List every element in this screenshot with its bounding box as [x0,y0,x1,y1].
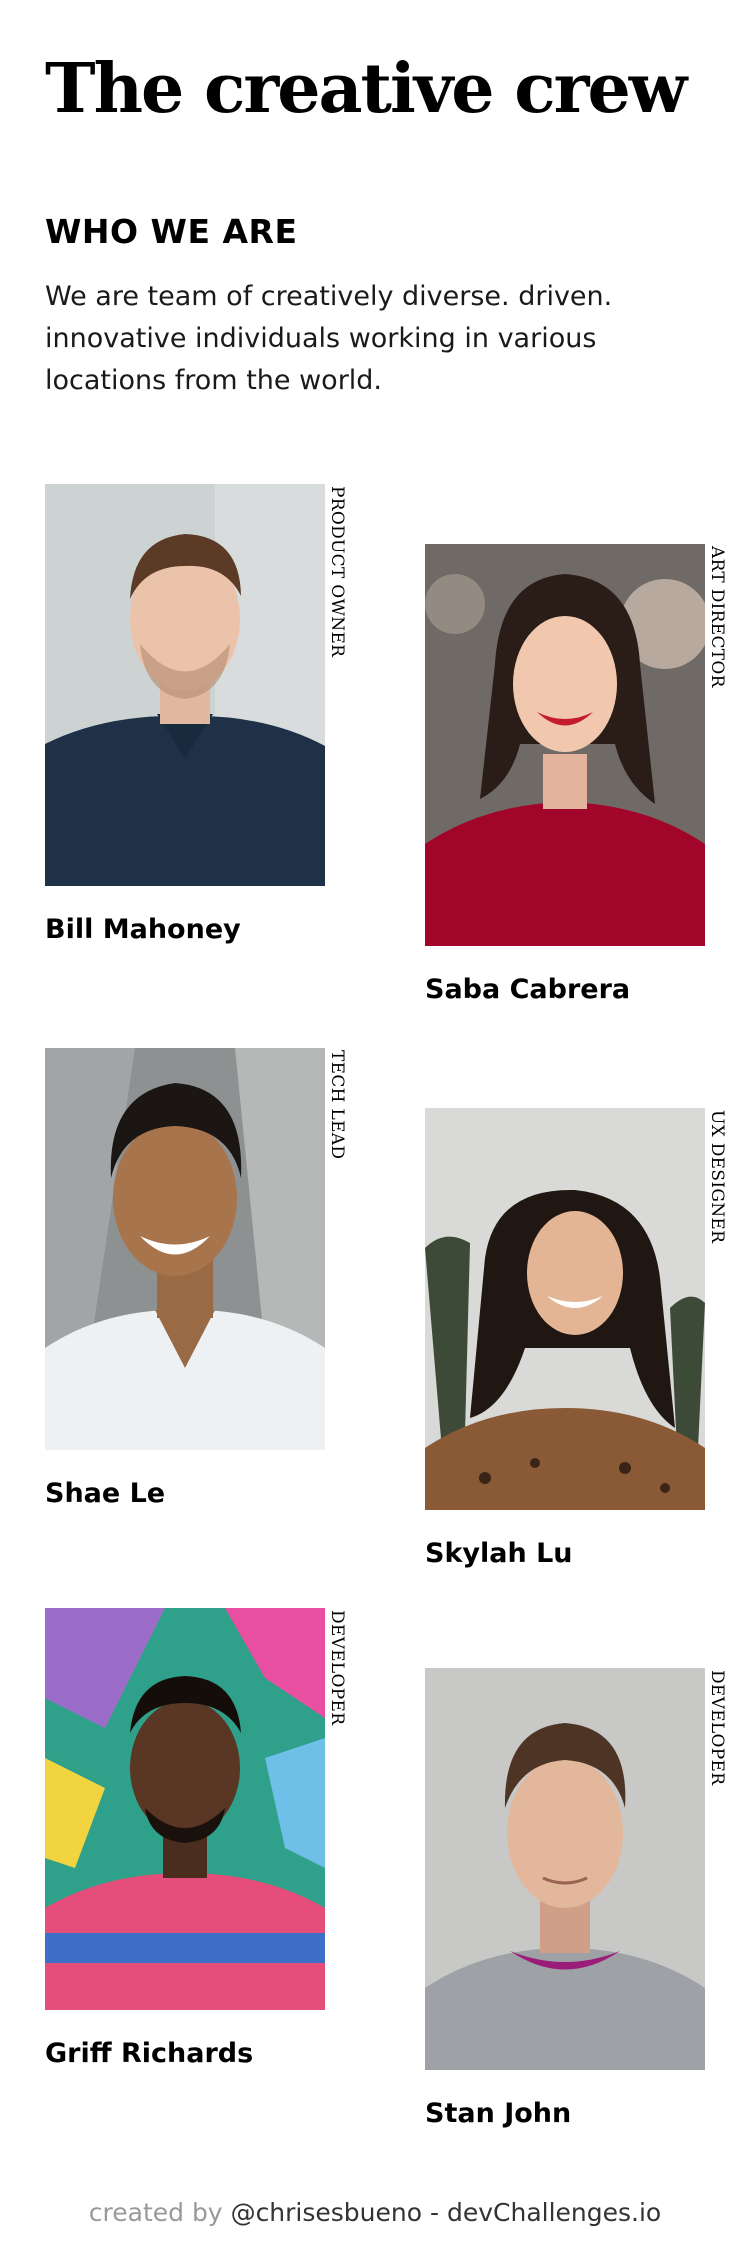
member-name: Bill Mahoney [45,914,241,945]
member-photo [425,544,705,946]
member-photo [45,1608,325,2010]
member-name: Skylah Lu [425,1538,573,1569]
portrait-image [45,484,325,886]
footer-separator: - [422,2198,447,2227]
member-role: UX DESIGNER [707,1110,727,1244]
member-name: Shae Le [45,1478,166,1509]
member-name: Griff Richards [45,2038,254,2069]
member-photo [425,1668,705,2070]
member-role: PRODUCT OWNER [327,486,347,658]
member-name: Stan John [425,2098,572,2129]
member-photo [425,1108,705,1510]
section-heading: WHO WE ARE [45,212,298,251]
portrait-image [425,1108,705,1510]
portrait-image [425,544,705,946]
member-role: DEVELOPER [707,1670,727,1786]
footer-site-link[interactable]: devChallenges.io [447,2198,661,2227]
member-photo [45,1048,325,1450]
member-photo [45,484,325,886]
member-role: ART DIRECTOR [707,546,727,688]
page-title: The creative crew [45,49,687,129]
footer-prefix: created by [88,2198,223,2227]
footer-author-link[interactable]: @chrisesbueno [231,2198,422,2227]
portrait-image [425,1668,705,2070]
member-name: Saba Cabrera [425,974,631,1005]
member-role: TECH LEAD [327,1050,347,1160]
intro-text: We are team of creatively diverse. drive… [45,281,613,396]
portrait-image [45,1608,325,2010]
member-role: DEVELOPER [327,1610,347,1726]
portrait-image [45,1048,325,1450]
footer: created by @chrisesbueno - devChallenges… [0,2198,750,2227]
